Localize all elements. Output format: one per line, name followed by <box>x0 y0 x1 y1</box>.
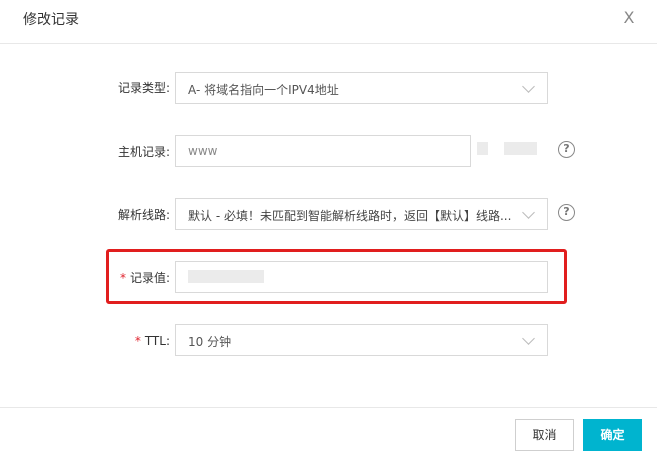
dialog-header: 修改记录 X <box>0 0 657 44</box>
cancel-button[interactable]: 取消 <box>515 419 574 451</box>
ttl-value: 10 分钟 <box>188 335 232 349</box>
record-value-redacted <box>188 270 264 283</box>
record-type-select[interactable]: A- 将域名指向一个IPV4地址 <box>175 72 548 104</box>
domain-suffix-redacted <box>477 142 488 155</box>
resolve-line-label: 解析线路: <box>117 208 170 222</box>
record-value-input[interactable] <box>175 261 548 293</box>
help-icon[interactable]: ? <box>558 204 575 221</box>
record-type-label: 记录类型: <box>117 81 170 95</box>
host-record-input[interactable]: www <box>175 135 471 167</box>
ttl-label-text: TTL: <box>144 334 170 348</box>
host-record-label: 主机记录: <box>117 145 170 159</box>
resolve-line-value: 默认 - 必填！未匹配到智能解析线路时，返回【默认】线路... <box>188 209 512 223</box>
chevron-down-icon <box>522 80 535 93</box>
chevron-down-icon <box>522 206 535 219</box>
host-record-value: www <box>188 144 218 158</box>
record-type-value: A- 将域名指向一个IPV4地址 <box>188 83 339 97</box>
close-icon[interactable]: X <box>619 8 639 28</box>
confirm-button[interactable]: 确定 <box>583 419 642 451</box>
ttl-select[interactable]: 10 分钟 <box>175 324 548 356</box>
chevron-down-icon <box>522 332 535 345</box>
ttl-label: * TTL: <box>0 334 170 348</box>
required-mark: * <box>134 334 141 348</box>
required-mark: * <box>119 271 126 285</box>
domain-suffix-redacted <box>504 142 537 155</box>
dialog-title: 修改记录 <box>23 12 79 28</box>
record-value-label: * 记录值: <box>0 271 170 285</box>
resolve-line-select[interactable]: 默认 - 必填！未匹配到智能解析线路时，返回【默认】线路... <box>175 198 548 230</box>
record-value-label-text: 记录值: <box>129 271 170 285</box>
help-icon[interactable]: ? <box>558 141 575 158</box>
